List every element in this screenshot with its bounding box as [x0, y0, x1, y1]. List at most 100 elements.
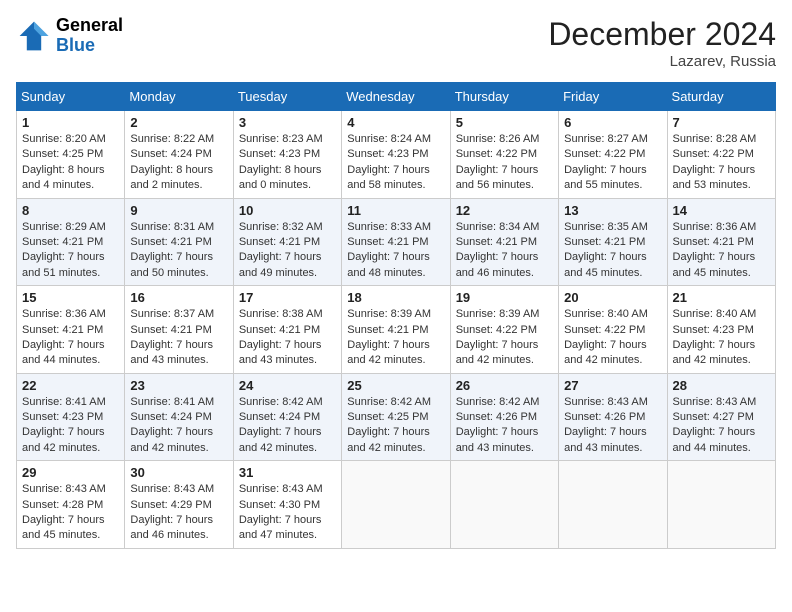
- day-number: 9: [130, 203, 227, 218]
- logo-text: General Blue: [56, 16, 123, 56]
- day-info: Sunrise: 8:20 AM Sunset: 4:25 PM Dayligh…: [22, 132, 119, 194]
- logo: General Blue: [16, 16, 123, 56]
- day-info: Sunrise: 8:26 AM Sunset: 4:22 PM Dayligh…: [456, 132, 553, 194]
- day-number: 17: [239, 290, 336, 305]
- weekday-sunday: Sunday: [17, 83, 125, 111]
- day-info: Sunrise: 8:28 AM Sunset: 4:22 PM Dayligh…: [673, 132, 770, 194]
- day-cell: 16Sunrise: 8:37 AM Sunset: 4:21 PM Dayli…: [125, 286, 233, 374]
- day-number: 24: [239, 378, 336, 393]
- day-number: 31: [239, 465, 336, 480]
- day-cell: 14Sunrise: 8:36 AM Sunset: 4:21 PM Dayli…: [667, 198, 775, 286]
- day-info: Sunrise: 8:43 AM Sunset: 4:30 PM Dayligh…: [239, 482, 336, 544]
- day-info: Sunrise: 8:42 AM Sunset: 4:24 PM Dayligh…: [239, 395, 336, 457]
- day-cell: 23Sunrise: 8:41 AM Sunset: 4:24 PM Dayli…: [125, 373, 233, 461]
- day-cell: 20Sunrise: 8:40 AM Sunset: 4:22 PM Dayli…: [559, 286, 667, 374]
- weekday-friday: Friday: [559, 83, 667, 111]
- day-info: Sunrise: 8:43 AM Sunset: 4:27 PM Dayligh…: [673, 395, 770, 457]
- day-cell: [450, 461, 558, 549]
- weekday-monday: Monday: [125, 83, 233, 111]
- day-cell: 26 Sunrise: 8:42 AM Sunset: 4:26 PM Dayli…: [450, 373, 558, 461]
- day-number: 5: [456, 115, 553, 130]
- logo-general: General: [56, 16, 123, 36]
- day-cell: 18 Sunrise: 8:39 AM Sunset: 4:21 PM Dayli…: [342, 286, 450, 374]
- week-row-3: 15Sunrise: 8:36 AM Sunset: 4:21 PM Dayli…: [17, 286, 776, 374]
- day-cell: 24 Sunrise: 8:42 AM Sunset: 4:24 PM Dayli…: [233, 373, 341, 461]
- day-info: Sunrise: 8:35 AM Sunset: 4:21 PM Dayligh…: [564, 220, 661, 282]
- calendar-table: SundayMondayTuesdayWednesdayThursdayFrid…: [16, 82, 776, 549]
- week-row-4: 22 Sunrise: 8:41 AM Sunset: 4:23 PM Dayli…: [17, 373, 776, 461]
- day-info: Sunrise: 8:33 AM Sunset: 4:21 PM Dayligh…: [347, 220, 444, 282]
- day-number: 13: [564, 203, 661, 218]
- month-title: December 2024: [548, 16, 776, 53]
- day-number: 2: [130, 115, 227, 130]
- day-info: Sunrise: 8:36 AM Sunset: 4:21 PM Dayligh…: [673, 220, 770, 282]
- day-info: Sunrise: 8:32 AM Sunset: 4:21 PM Dayligh…: [239, 220, 336, 282]
- day-cell: 10Sunrise: 8:32 AM Sunset: 4:21 PM Dayli…: [233, 198, 341, 286]
- day-number: 3: [239, 115, 336, 130]
- day-number: 27: [564, 378, 661, 393]
- day-cell: 1 Sunrise: 8:20 AM Sunset: 4:25 PM Daylig…: [17, 111, 125, 199]
- weekday-tuesday: Tuesday: [233, 83, 341, 111]
- day-info: Sunrise: 8:38 AM Sunset: 4:21 PM Dayligh…: [239, 307, 336, 369]
- day-number: 8: [22, 203, 119, 218]
- weekday-wednesday: Wednesday: [342, 83, 450, 111]
- day-cell: 15Sunrise: 8:36 AM Sunset: 4:21 PM Dayli…: [17, 286, 125, 374]
- day-info: Sunrise: 8:42 AM Sunset: 4:26 PM Dayligh…: [456, 395, 553, 457]
- day-cell: 21Sunrise: 8:40 AM Sunset: 4:23 PM Dayli…: [667, 286, 775, 374]
- day-number: 23: [130, 378, 227, 393]
- day-number: 4: [347, 115, 444, 130]
- weekday-thursday: Thursday: [450, 83, 558, 111]
- day-number: 28: [673, 378, 770, 393]
- day-info: Sunrise: 8:22 AM Sunset: 4:24 PM Dayligh…: [130, 132, 227, 194]
- day-cell: 4 Sunrise: 8:24 AM Sunset: 4:23 PM Daylig…: [342, 111, 450, 199]
- day-info: Sunrise: 8:39 AM Sunset: 4:22 PM Dayligh…: [456, 307, 553, 369]
- day-info: Sunrise: 8:42 AM Sunset: 4:25 PM Dayligh…: [347, 395, 444, 457]
- day-info: Sunrise: 8:43 AM Sunset: 4:29 PM Dayligh…: [130, 482, 227, 544]
- day-cell: 22 Sunrise: 8:41 AM Sunset: 4:23 PM Dayli…: [17, 373, 125, 461]
- day-cell: [342, 461, 450, 549]
- day-info: Sunrise: 8:41 AM Sunset: 4:23 PM Dayligh…: [22, 395, 119, 457]
- day-number: 11: [347, 203, 444, 218]
- day-info: Sunrise: 8:34 AM Sunset: 4:21 PM Dayligh…: [456, 220, 553, 282]
- day-number: 6: [564, 115, 661, 130]
- day-cell: 2 Sunrise: 8:22 AM Sunset: 4:24 PM Daylig…: [125, 111, 233, 199]
- day-number: 26: [456, 378, 553, 393]
- day-cell: 27 Sunrise: 8:43 AM Sunset: 4:26 PM Dayli…: [559, 373, 667, 461]
- day-cell: 8Sunrise: 8:29 AM Sunset: 4:21 PM Daylig…: [17, 198, 125, 286]
- day-number: 30: [130, 465, 227, 480]
- day-info: Sunrise: 8:43 AM Sunset: 4:26 PM Dayligh…: [564, 395, 661, 457]
- day-number: 16: [130, 290, 227, 305]
- day-info: Sunrise: 8:40 AM Sunset: 4:22 PM Dayligh…: [564, 307, 661, 369]
- day-number: 18: [347, 290, 444, 305]
- weekday-header-row: SundayMondayTuesdayWednesdayThursdayFrid…: [17, 83, 776, 111]
- day-number: 19: [456, 290, 553, 305]
- day-number: 25: [347, 378, 444, 393]
- location: Lazarev, Russia: [548, 53, 776, 70]
- day-number: 1: [22, 115, 119, 130]
- logo-icon: [16, 18, 52, 54]
- day-number: 29: [22, 465, 119, 480]
- day-info: Sunrise: 8:24 AM Sunset: 4:23 PM Dayligh…: [347, 132, 444, 194]
- day-cell: 29Sunrise: 8:43 AM Sunset: 4:28 PM Dayli…: [17, 461, 125, 549]
- logo-blue: Blue: [56, 36, 123, 56]
- week-row-2: 8Sunrise: 8:29 AM Sunset: 4:21 PM Daylig…: [17, 198, 776, 286]
- title-block: December 2024 Lazarev, Russia: [548, 16, 776, 70]
- day-number: 22: [22, 378, 119, 393]
- day-cell: 19 Sunrise: 8:39 AM Sunset: 4:22 PM Dayli…: [450, 286, 558, 374]
- calendar-body: 1 Sunrise: 8:20 AM Sunset: 4:25 PM Daylig…: [17, 111, 776, 549]
- day-cell: 12 Sunrise: 8:34 AM Sunset: 4:21 PM Dayli…: [450, 198, 558, 286]
- day-info: Sunrise: 8:40 AM Sunset: 4:23 PM Dayligh…: [673, 307, 770, 369]
- day-cell: 3 Sunrise: 8:23 AM Sunset: 4:23 PM Daylig…: [233, 111, 341, 199]
- day-cell: 7 Sunrise: 8:28 AM Sunset: 4:22 PM Daylig…: [667, 111, 775, 199]
- day-cell: 25 Sunrise: 8:42 AM Sunset: 4:25 PM Dayli…: [342, 373, 450, 461]
- day-info: Sunrise: 8:27 AM Sunset: 4:22 PM Dayligh…: [564, 132, 661, 194]
- day-cell: 6 Sunrise: 8:27 AM Sunset: 4:22 PM Daylig…: [559, 111, 667, 199]
- day-number: 7: [673, 115, 770, 130]
- day-cell: 28 Sunrise: 8:43 AM Sunset: 4:27 PM Dayli…: [667, 373, 775, 461]
- day-cell: 30 Sunrise: 8:43 AM Sunset: 4:29 PM Dayli…: [125, 461, 233, 549]
- day-number: 12: [456, 203, 553, 218]
- day-info: Sunrise: 8:39 AM Sunset: 4:21 PM Dayligh…: [347, 307, 444, 369]
- day-info: Sunrise: 8:36 AM Sunset: 4:21 PM Dayligh…: [22, 307, 119, 369]
- day-info: Sunrise: 8:23 AM Sunset: 4:23 PM Dayligh…: [239, 132, 336, 194]
- page-header: General Blue December 2024 Lazarev, Russ…: [16, 16, 776, 70]
